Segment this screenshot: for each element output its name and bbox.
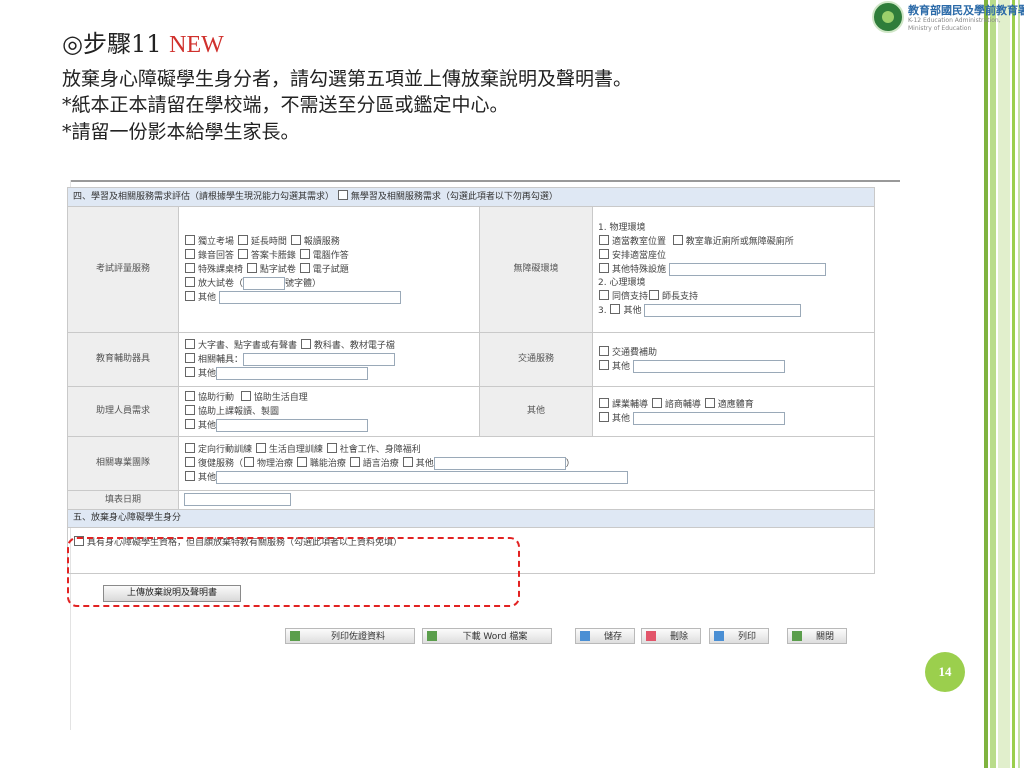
barrier-options: 1. 物理環境 適當教室位置 教室靠近廁所或無障礙廁所 安排適當座位 其他特殊設… <box>592 206 875 333</box>
assistant-options: 協助行動 協助生活自理 協助上課報讀、製圖 其他 <box>178 386 480 437</box>
close-button[interactable]: 關閉 <box>787 628 847 644</box>
rehab-other-input[interactable] <box>433 456 566 470</box>
new-badge: NEW <box>169 32 224 58</box>
logo-name-cn: 教育部國民及學前教育署 <box>908 4 1024 17</box>
transport-options: 交通費補助 其他 <box>592 332 875 387</box>
side-bar-pale <box>998 0 1010 768</box>
instruction-line: *請留一份影本給學生家長。 <box>62 121 300 143</box>
side-bar-light <box>990 0 996 768</box>
barrier-other-input[interactable] <box>644 303 802 317</box>
logo-name-en: K-12 Education Administration, Ministry … <box>908 17 1001 32</box>
transport-other-input[interactable] <box>632 359 785 373</box>
side-bar-thin <box>1012 0 1015 768</box>
assistant-other-input[interactable] <box>216 418 369 432</box>
assistant-label: 助理人員需求 <box>67 386 179 437</box>
others-options: 課業輔導 諮商輔導 適應體育 其他 <box>592 386 875 437</box>
print-button[interactable]: 列印 <box>709 628 769 644</box>
others-label: 其他 <box>479 386 593 437</box>
aids-input[interactable] <box>243 352 396 366</box>
aids-other-input[interactable] <box>216 366 369 380</box>
print-evidence-button[interactable]: 列印佐證資料 <box>285 628 415 644</box>
font-size-input[interactable] <box>243 276 286 290</box>
team-other-input[interactable] <box>216 470 629 484</box>
service-form: 四、學習及相關服務需求評估（請根據學生現況能力勾選其需求） 無學習及相關服務需求… <box>67 187 875 574</box>
others-other-input[interactable] <box>632 411 785 425</box>
date-input[interactable] <box>184 493 291 506</box>
page-number: 14 <box>925 652 965 692</box>
side-bar-dark <box>984 0 988 768</box>
team-options: 定向行動訓練 生活自理訓練 社會工作、身障福利 復健服務（ 物理治療 職能治療 語… <box>178 436 875 491</box>
section4-header: 四、學習及相關服務需求評估（請根據學生現況能力勾選其需求） 無學習及相關服務需求… <box>67 187 875 207</box>
k12-logo: 教育部國民及學前教育署 K-12 Education Administratio… <box>872 0 1024 44</box>
barrier-label: 無障礙環境 <box>479 206 593 333</box>
no-service-checkbox[interactable] <box>337 190 348 200</box>
step-heading: ◎步驟11 NEW <box>62 28 224 61</box>
aids-label: 教育輔助器具 <box>67 332 179 387</box>
exam-label: 考試評量服務 <box>67 206 179 333</box>
side-bar-edge <box>1018 0 1020 768</box>
instruction-line: *紙本正本請留在學校端，不需送至分區或鑑定中心。 <box>62 94 509 116</box>
step-title: ◎步驟11 <box>62 30 162 58</box>
team-label: 相關專業團隊 <box>67 436 179 491</box>
date-label: 填表日期 <box>67 490 179 510</box>
download-word-button[interactable]: 下載 Word 檔案 <box>422 628 552 644</box>
section5-header: 五、放棄身心障礙學生身分 <box>67 509 875 528</box>
emblem-icon <box>872 1 904 33</box>
delete-button[interactable]: 刪除 <box>641 628 701 644</box>
exam-other-input[interactable] <box>218 290 401 304</box>
save-button[interactable]: 儲存 <box>575 628 635 644</box>
exam-options: 獨立考場 延長時間 報讀服務 錄音回答 答案卡謄錄 電腦作答 特殊課桌椅 點字試… <box>178 206 480 333</box>
instruction-line: 放棄身心障礙學生身分者，請勾選第五項並上傳放棄說明及聲明書。 <box>62 68 633 90</box>
highlight-frame <box>67 537 520 607</box>
form-screenshot: 四、學習及相關服務需求評估（請根據學生現況能力勾選其需求） 無學習及相關服務需求… <box>55 180 900 730</box>
aids-options: 大字書、點字書或有聲書 教科書、教材電子檔 相關輔具： 其他 <box>178 332 480 387</box>
transport-label: 交通服務 <box>479 332 593 387</box>
facility-input[interactable] <box>668 262 826 276</box>
